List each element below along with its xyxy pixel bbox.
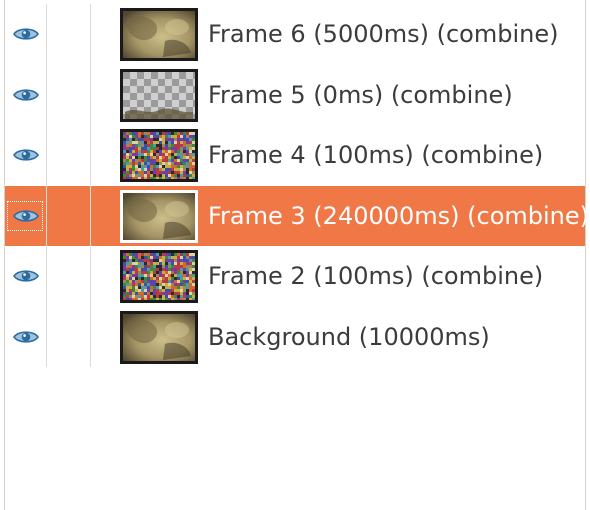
- visibility-toggle[interactable]: [5, 65, 47, 126]
- layer-row[interactable]: Frame 2 (100ms) (combine): [5, 246, 585, 307]
- visibility-toggle[interactable]: [5, 307, 47, 368]
- eye-icon: [13, 149, 39, 161]
- visibility-toggle[interactable]: [5, 4, 47, 65]
- layer-row[interactable]: Frame 6 (5000ms) (combine): [5, 4, 585, 65]
- layer-thumbnail: [120, 189, 198, 243]
- layer-row-selected[interactable]: Frame 3 (240000ms) (combine): [5, 185, 589, 247]
- column-separator: [90, 4, 91, 367]
- eye-icon: [13, 210, 39, 222]
- eye-icon: [13, 89, 39, 101]
- noise-thumbnail-image: [123, 132, 195, 179]
- layer-name: Background (10000ms): [208, 322, 490, 351]
- layer-thumbnail: [120, 129, 198, 182]
- stone-thumbnail-image: [123, 313, 195, 361]
- eye-icon: [13, 270, 39, 282]
- layer-list: Frame 6 (5000ms) (combine) Frame 5 (0ms)…: [5, 4, 589, 368]
- noise-thumbnail-image: [123, 253, 195, 300]
- layer-name: Frame 2 (100ms) (combine): [208, 262, 544, 290]
- stone-thumbnail-image: [123, 11, 195, 58]
- layer-name: Frame 3 (240000ms) (combine): [208, 201, 590, 230]
- layer-thumbnail: [120, 310, 198, 364]
- layers-panel: Frame 6 (5000ms) (combine) Frame 5 (0ms)…: [0, 0, 590, 510]
- layer-row[interactable]: Frame 4 (100ms) (combine): [5, 125, 585, 186]
- layer-row[interactable]: Frame 5 (0ms) (combine): [5, 65, 585, 126]
- layer-name: Frame 5 (0ms) (combine): [208, 80, 513, 109]
- layer-name: Frame 4 (100ms) (combine): [208, 141, 544, 169]
- layer-thumbnail: [120, 68, 198, 122]
- stone-thumbnail-image: [123, 192, 195, 240]
- panel-border-right: [585, 0, 586, 510]
- eye-icon: [13, 331, 39, 343]
- visibility-toggle[interactable]: [5, 246, 47, 307]
- eye-icon: [13, 28, 39, 40]
- visibility-toggle[interactable]: [5, 125, 47, 186]
- column-separator: [46, 4, 47, 367]
- layer-thumbnail: [120, 250, 198, 303]
- visibility-toggle[interactable]: [5, 186, 47, 247]
- layer-row[interactable]: Background (10000ms): [5, 307, 585, 368]
- transparent-checker-thumbnail-image: [123, 71, 195, 119]
- layer-thumbnail: [120, 8, 198, 61]
- layer-name: Frame 6 (5000ms) (combine): [208, 20, 559, 48]
